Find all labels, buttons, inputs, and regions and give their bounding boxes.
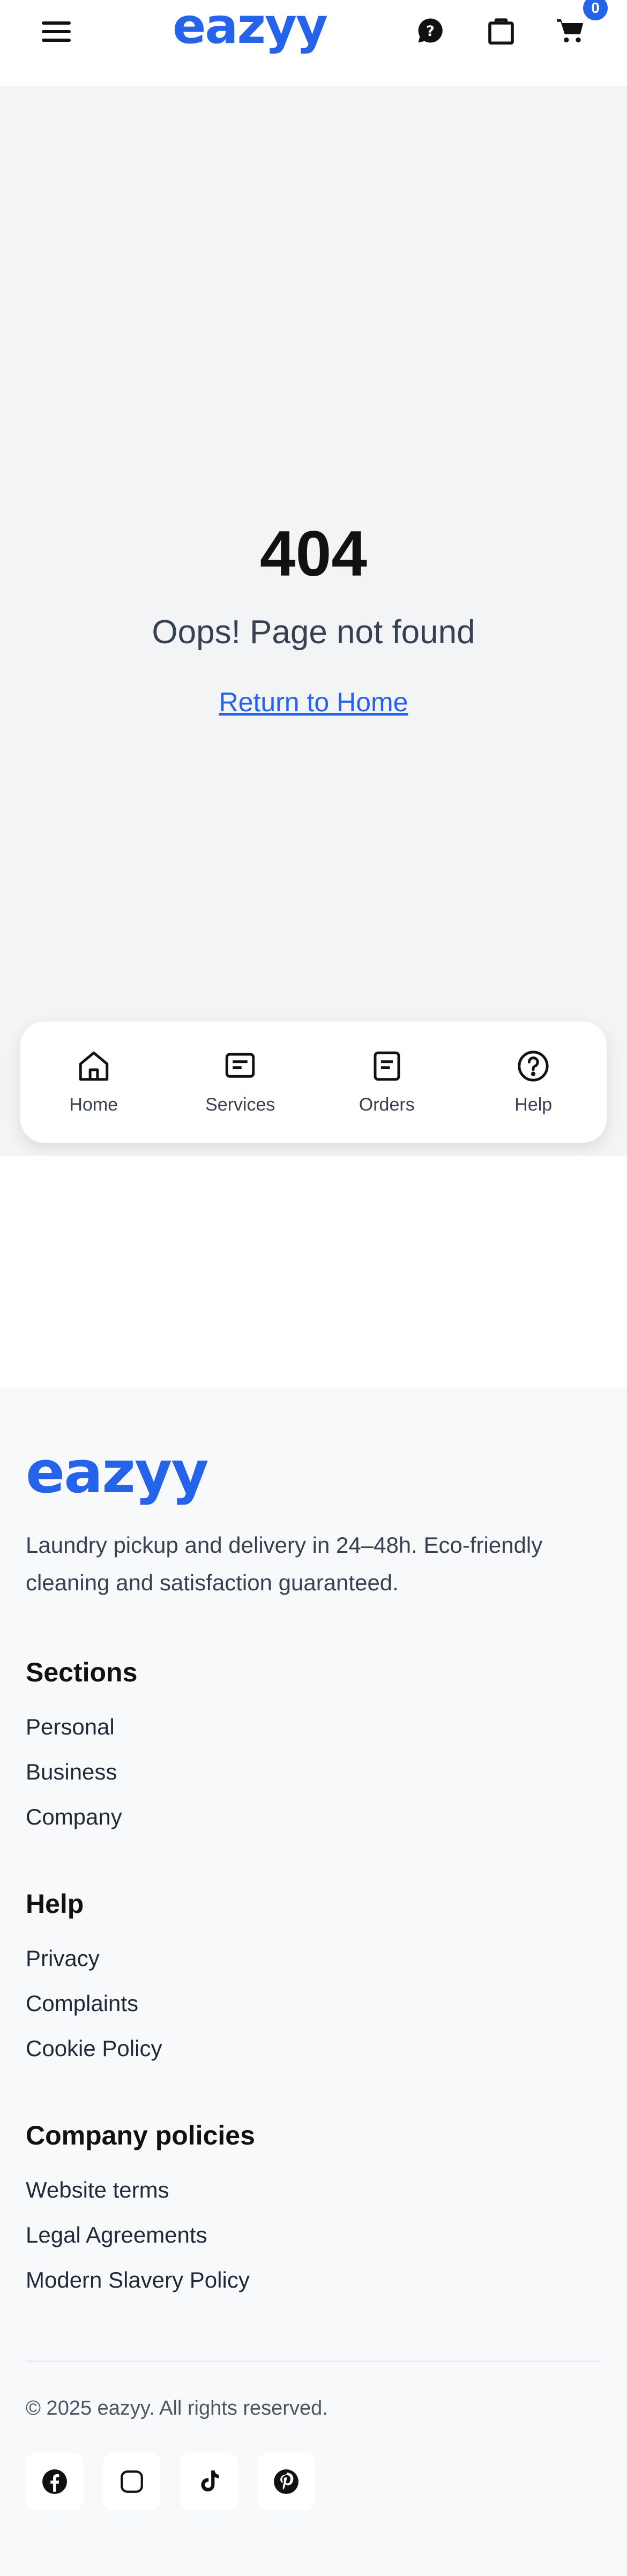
help-icon <box>518 1051 549 1082</box>
footer-heading-help: Help <box>26 1889 84 1919</box>
footer-link-company[interactable]: Company <box>26 1802 122 1832</box>
footer-link-complaints[interactable]: Complaints <box>26 1989 138 2019</box>
cart-icon[interactable] <box>552 12 589 49</box>
error-message: Oops! Page not found <box>152 614 475 651</box>
pinterest-icon[interactable] <box>257 2453 315 2511</box>
nav-label-home: Home <box>69 1095 118 1115</box>
bottom-nav: Home Services Orders Help <box>20 1022 607 1143</box>
footer-link-privacy[interactable]: Privacy <box>26 1944 100 1974</box>
footer-link-modern-slavery-policy[interactable]: Modern Slavery Policy <box>26 2265 250 2295</box>
error-code: 404 <box>259 518 368 590</box>
nav-label-services: Services <box>205 1095 275 1115</box>
instagram-icon[interactable] <box>103 2453 161 2511</box>
footer-tagline: Laundry pickup and delivery in 24–48h. E… <box>26 1532 543 1595</box>
home-icon <box>79 1051 108 1081</box>
footer-divider <box>26 2361 601 2362</box>
footer-link-business[interactable]: Business <box>26 1757 117 1787</box>
facebook-icon[interactable] <box>26 2453 84 2511</box>
site-footer: eazyy Laundry pickup and delivery in 24–… <box>0 1387 627 2576</box>
footer-logo[interactable]: eazyy <box>26 1441 209 1505</box>
nav-label-orders: Orders <box>359 1095 415 1115</box>
footer-link-website-terms[interactable]: Website terms <box>26 2175 169 2205</box>
cart-count-badge: 0 <box>583 0 608 20</box>
footer-link-cookie-policy[interactable]: Cookie Policy <box>26 2034 162 2064</box>
services-icon <box>226 1053 255 1078</box>
footer-link-personal[interactable]: Personal <box>26 1712 115 1742</box>
copyright-text: © 2025 eazyy. All rights reserved. <box>26 2397 328 2419</box>
footer-link-legal-agreements[interactable]: Legal Agreements <box>26 2220 207 2250</box>
menu-icon[interactable] <box>39 18 74 45</box>
tiktok-icon[interactable] <box>180 2453 238 2511</box>
svg-text:?: ? <box>426 23 435 40</box>
nav-label-help: Help <box>514 1095 553 1115</box>
nav-item-orders[interactable]: Orders <box>314 1022 460 1143</box>
nav-item-home[interactable]: Home <box>20 1022 167 1143</box>
site-header: eazyy ? 0 <box>0 0 627 86</box>
bag-icon[interactable] <box>482 12 520 49</box>
error-page: 404 Oops! Page not found Return to Home … <box>0 86 627 1156</box>
help-chat-icon[interactable]: ? <box>412 12 449 49</box>
footer-heading-sections: Sections <box>26 1657 138 1687</box>
brand-logo[interactable]: eazyy <box>173 0 328 56</box>
orders-icon <box>374 1051 400 1081</box>
return-home-link[interactable]: Return to Home <box>219 687 408 717</box>
footer-heading-company-policies: Company policies <box>26 2120 255 2150</box>
nav-item-help[interactable]: Help <box>460 1022 607 1143</box>
nav-item-services[interactable]: Services <box>167 1022 314 1143</box>
